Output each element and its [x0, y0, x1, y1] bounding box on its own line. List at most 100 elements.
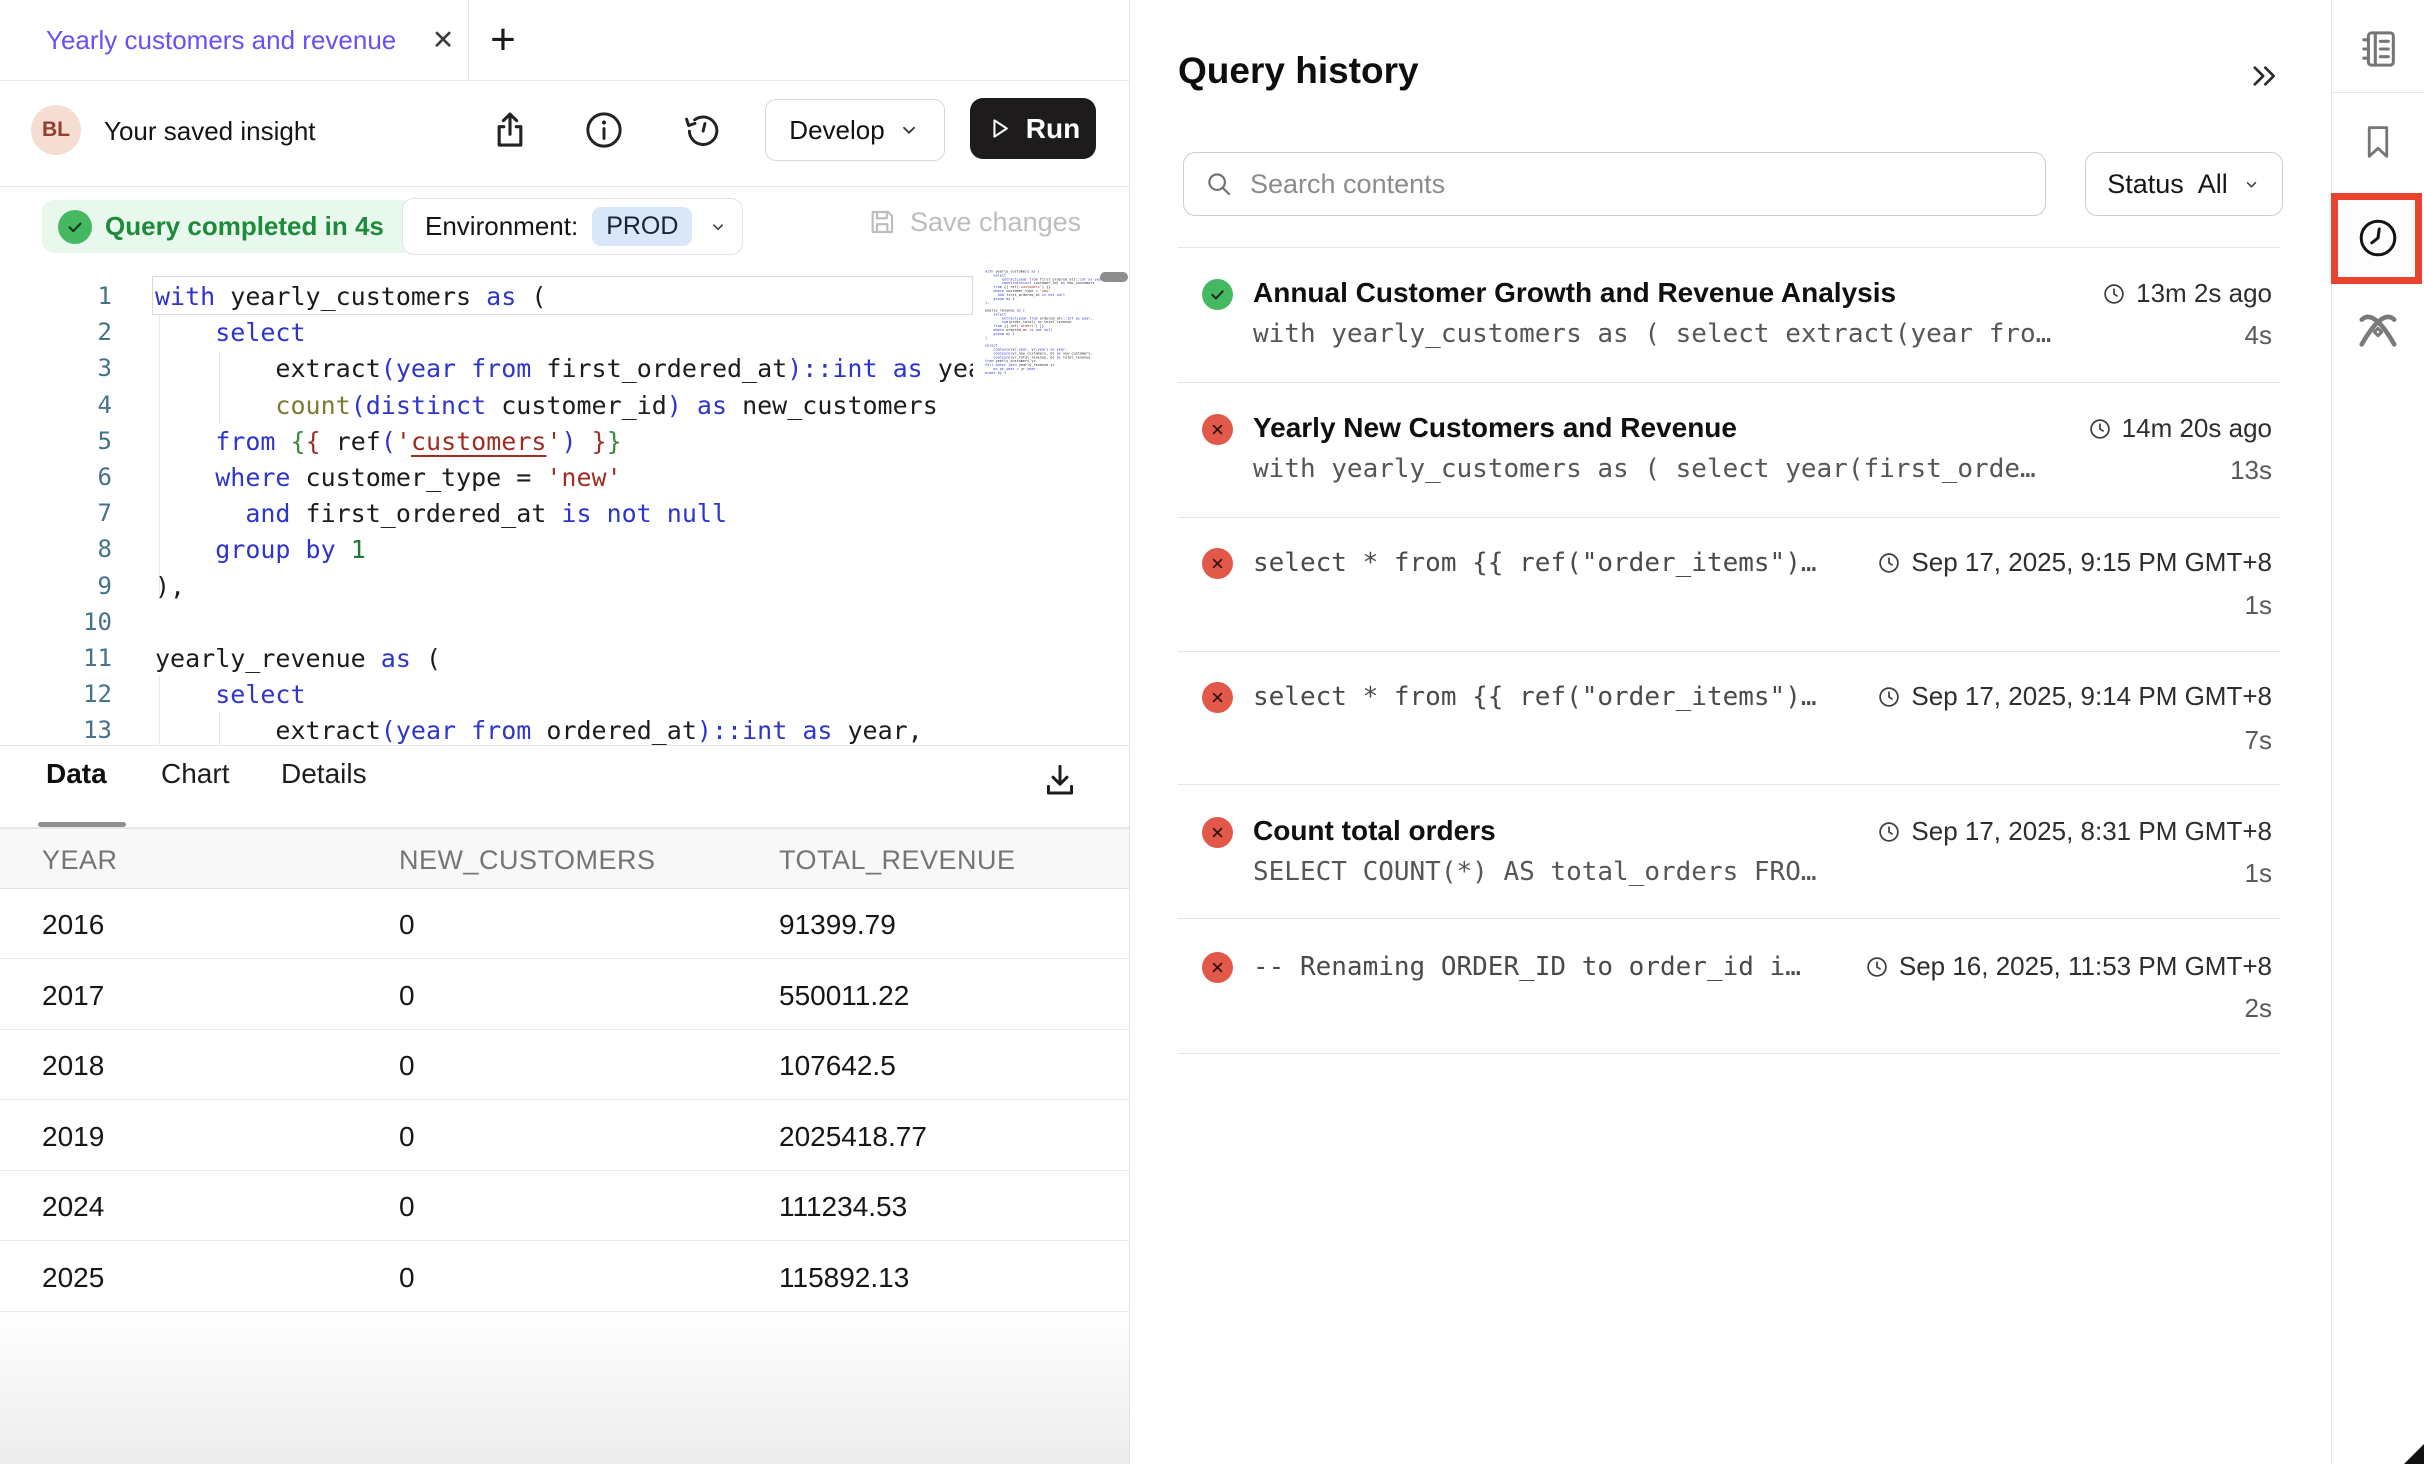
history-entry-duration: 1s: [2245, 590, 2272, 621]
history-entry[interactable]: [1178, 785, 2280, 917]
sidebar-query-history-button[interactable]: [2346, 206, 2410, 270]
history-entry-title: Annual Customer Growth and Revenue Analy…: [1253, 277, 1896, 309]
editor-minimap[interactable]: with yearly_customers as ( select extrac…: [985, 270, 1129, 375]
search-input[interactable]: [1250, 169, 1950, 200]
history-entry-duration: 13s: [2230, 455, 2272, 486]
history-entry-title: select * from {{ ref("order_items")…: [1253, 548, 1817, 578]
avatar[interactable]: BL: [31, 105, 81, 155]
table-cell: 0: [399, 1262, 415, 1294]
table-row: 20240111234.53: [0, 1171, 1129, 1241]
line-number: 11: [30, 640, 112, 677]
editor-scrollbar-thumb[interactable]: [1100, 272, 1128, 282]
history-entry[interactable]: [1178, 919, 2280, 1052]
tab-title: Yearly customers and revenue: [46, 25, 396, 56]
table-cell: 2018: [42, 1050, 104, 1082]
develop-label: Develop: [789, 115, 884, 146]
sql-editor[interactable]: 12345678910111213 with yearly_customers …: [0, 265, 1129, 745]
table-row: 201902025418.77: [0, 1101, 1129, 1171]
table-cell: 107642.5: [779, 1050, 896, 1082]
tab-chart[interactable]: Chart: [161, 758, 229, 790]
history-entry-time: Sep 17, 2025, 9:14 PM GMT+8: [1911, 681, 2272, 712]
table-row: 2017 0 550011.22: [0, 960, 1129, 1030]
column-header: NEW_CUSTOMERS: [399, 845, 656, 876]
history-entry-timestamp: Sep 17, 2025, 9:14 PM GMT+8: [1876, 681, 2272, 712]
tab-yearly-customers[interactable]: Yearly customers and revenue: [0, 0, 469, 80]
query-history-title: Query history: [1178, 50, 1419, 92]
table-row: 2016091399.79: [0, 889, 1129, 959]
tab-data[interactable]: Data: [46, 758, 107, 790]
code-line: extract(year from ordered_at)::int as ye…: [155, 712, 973, 745]
sidebar-bookmarks-button[interactable]: [2346, 110, 2410, 174]
clock-icon: [1876, 819, 1902, 845]
environment-selector[interactable]: Environment: PROD: [402, 198, 743, 255]
sidebar-catalog-button[interactable]: [2346, 17, 2410, 81]
share-button[interactable]: [486, 106, 534, 154]
table-cell: 0: [399, 980, 415, 1012]
table-cell: 550011.22: [779, 980, 909, 1012]
code-line: yearly_revenue as (: [155, 640, 973, 677]
history-entry-snippet: SELECT COUNT(*) AS total_orders FRO…: [1253, 857, 1817, 887]
environment-value-badge: PROD: [592, 207, 692, 246]
history-icon: [680, 108, 724, 152]
history-entry-duration: 7s: [2245, 725, 2272, 756]
new-tab-button[interactable]: +: [478, 14, 528, 66]
toolbar-divider: [0, 186, 1130, 187]
line-number: 10: [30, 604, 112, 641]
code-line: select: [155, 676, 973, 713]
clock-icon: [1876, 684, 1902, 710]
clock-icon: [1864, 954, 1890, 980]
results-top-divider: [0, 745, 1130, 746]
version-history-button[interactable]: [678, 106, 726, 154]
column-header: YEAR: [42, 845, 118, 876]
table-cell: 91399.79: [779, 909, 896, 941]
tabbar-divider: [0, 80, 1130, 81]
download-results-button[interactable]: [1036, 756, 1084, 804]
develop-button[interactable]: Develop: [765, 99, 945, 161]
table-cell: 0: [399, 1121, 415, 1153]
line-number: 12: [30, 676, 112, 713]
search-icon: [1204, 169, 1234, 199]
history-entry-time: Sep 17, 2025, 8:31 PM GMT+8: [1911, 816, 2272, 847]
collapse-panel-button[interactable]: [2240, 52, 2288, 100]
line-number: 3: [30, 350, 112, 387]
status-filter-dropdown[interactable]: Status All: [2085, 152, 2283, 216]
status-error-icon: [1202, 952, 1233, 983]
status-error-icon: [1202, 817, 1233, 848]
save-changes-button[interactable]: Save changes: [866, 206, 1081, 238]
history-entry-title: select * from {{ ref("order_items")…: [1253, 682, 1817, 712]
share-icon: [488, 108, 532, 152]
line-number: 7: [30, 495, 112, 532]
notebook-list-icon: [2355, 26, 2401, 72]
info-button[interactable]: [580, 106, 628, 154]
history-entry[interactable]: [1178, 248, 2280, 381]
history-entry[interactable]: [1178, 383, 2280, 516]
line-number: 4: [30, 387, 112, 424]
history-entry[interactable]: [1178, 518, 2280, 650]
code-line: ),: [155, 568, 973, 605]
history-entry-time: 14m 20s ago: [2122, 413, 2272, 444]
line-number: 6: [30, 459, 112, 496]
history-entry-timestamp: Sep 17, 2025, 8:31 PM GMT+8: [1876, 816, 2272, 847]
status-filter-label: Status: [2107, 169, 2184, 200]
table-row: 2025 0 115892.13: [0, 1242, 1129, 1312]
history-entry-snippet: with yearly_customers as ( select year(f…: [1253, 454, 2036, 484]
resize-corner: [2404, 1444, 2424, 1464]
history-entry[interactable]: [1178, 652, 2280, 783]
table-cell: 2025: [42, 1262, 104, 1294]
tab-close-icon[interactable]: ✕: [418, 0, 468, 80]
table-cell: 115892.13: [779, 1262, 909, 1294]
chevron-down-icon: [2242, 175, 2261, 194]
clock-icon: [2101, 281, 2127, 307]
line-number: 8: [30, 531, 112, 568]
run-button[interactable]: Run: [970, 98, 1096, 159]
history-entry-timestamp: Sep 16, 2025, 11:53 PM GMT+8: [1864, 951, 2272, 982]
history-entry-time: Sep 16, 2025, 11:53 PM GMT+8: [1899, 951, 2272, 982]
tab-details[interactable]: Details: [281, 758, 367, 790]
lineage-knot-icon: [2352, 306, 2404, 358]
sidebar-lineage-button[interactable]: [2346, 300, 2410, 364]
column-header: TOTAL_REVENUE: [779, 845, 1016, 876]
table-cell: 2017: [42, 980, 104, 1012]
history-entry-time: 13m 2s ago: [2136, 278, 2272, 309]
info-icon: [582, 108, 626, 152]
table-cell: 0: [399, 1191, 415, 1223]
